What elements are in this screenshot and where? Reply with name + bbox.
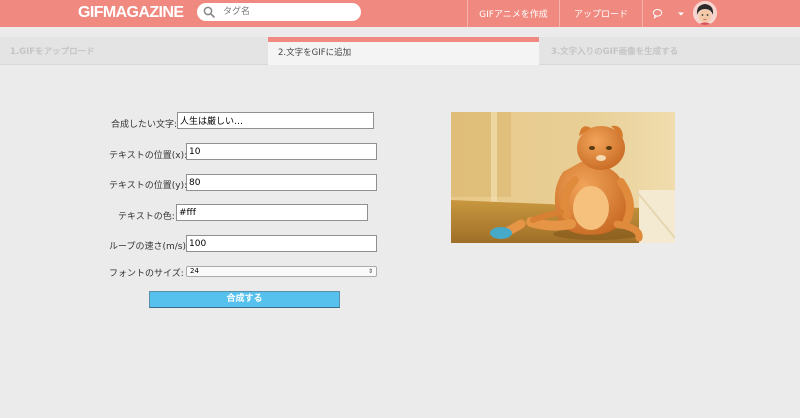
speed-label: ループの速さ(m/s): <box>109 242 190 252</box>
font-size-value: 24 <box>190 267 199 275</box>
menu-caret-icon <box>678 12 684 15</box>
step-generate: 3.文字入りのGIF画像を生成する <box>551 47 679 57</box>
chat-icon <box>652 8 662 19</box>
site-logo[interactable]: GIFMAGAZINE <box>78 3 184 23</box>
search-icon <box>203 6 215 18</box>
user-avatar[interactable] <box>693 1 717 25</box>
nav-upload[interactable]: アップロード <box>559 0 642 27</box>
font-size-label: フォントのサイズ: <box>109 269 184 279</box>
text-label: 合成したい文字: <box>111 120 178 130</box>
gif-preview <box>451 112 675 243</box>
color-label: テキストの色: <box>118 212 175 222</box>
step-upload: 1.GIFをアップロード <box>10 47 95 57</box>
font-size-select[interactable]: 24 ⇕ <box>186 266 377 277</box>
compose-button[interactable]: 合成する <box>149 291 340 308</box>
pos-x-input[interactable] <box>186 143 377 160</box>
nav-chat[interactable] <box>642 0 671 27</box>
pos-x-label: テキストの位置(x): <box>109 151 188 161</box>
speed-input[interactable] <box>186 235 377 252</box>
select-arrow-icon: ⇕ <box>367 268 373 275</box>
nav-create-gif[interactable]: GIFアニメを作成 <box>467 0 559 27</box>
step-add-text: 2.文字をGIFに追加 <box>268 37 539 65</box>
top-header: GIFMAGAZINE GIFアニメを作成 アップロード <box>0 0 800 27</box>
search-box[interactable] <box>197 3 361 21</box>
step-indicator: 1.GIFをアップロード 2.文字をGIFに追加 3.文字入りのGIF画像を生成… <box>0 37 800 65</box>
pos-y-input[interactable] <box>186 174 377 191</box>
text-input[interactable] <box>177 112 374 129</box>
pos-y-label: テキストの位置(y): <box>109 181 188 191</box>
nav-menu[interactable] <box>671 0 691 27</box>
search-input[interactable] <box>223 4 353 20</box>
color-input[interactable] <box>176 204 368 221</box>
